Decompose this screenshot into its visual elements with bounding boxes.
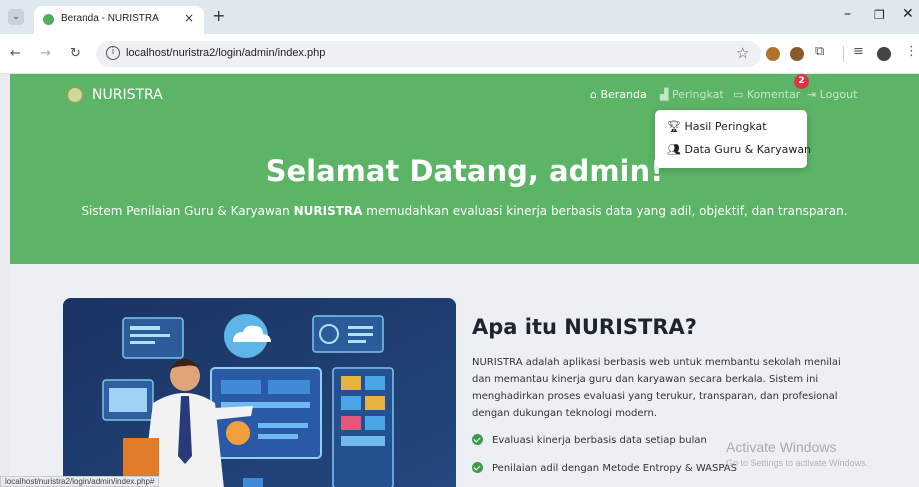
extension-cookie-icon[interactable] [766,47,780,61]
browser-menu-icon[interactable]: ⋮ [905,44,918,59]
reload-icon[interactable]: ↻ [70,46,81,61]
hero-illustration [63,298,456,487]
windows-activation-title: Activate Windows [726,439,837,455]
check-circle-icon [472,462,483,473]
browser-tab-bar: ⌄ Beranda - NURISTRA × + – ❐ ✕ [0,0,919,34]
window-close-icon[interactable]: ✕ [902,6,914,22]
brand-name: NURISTRA [92,87,163,103]
home-icon: ⌂ [590,88,597,101]
dropdown-item-data-guru[interactable]: 👥︎ Data Guru & Karyawan [667,143,811,156]
feature-text: Penilaian adil dengan Metode Entropy & W… [492,463,737,474]
logout-icon: ⇥ [807,88,817,101]
hero-subtitle-brand: NURISTRA [293,204,363,218]
hero-subtitle: Sistem Penilaian Guru & Karyawan NURISTR… [10,204,919,218]
tab-title: Beranda - NURISTRA [61,13,159,24]
nav-beranda-label: Beranda [600,88,647,101]
reading-list-icon[interactable]: ≡ [853,44,864,59]
toolbar-divider [843,46,844,62]
bar-chart-icon: ▟ [660,88,669,101]
brand-logo-icon [66,86,84,104]
profile-avatar[interactable] [877,47,891,61]
dropdown-item-label: Hasil Peringkat [684,120,767,133]
extensions-puzzle-icon[interactable]: ⧉ [815,44,824,59]
browser-tab[interactable]: Beranda - NURISTRA × [34,6,204,34]
link-status-bar: localhost/nuristra2/login/admin/index.ph… [0,476,160,487]
hero-subtitle-end: memudahkan evaluasi kinerja berbasis dat… [362,204,848,218]
maximize-icon[interactable]: ❐ [874,8,885,22]
feature-text: Evaluasi kinerja berbasis data setiap bu… [492,435,707,446]
check-circle-icon [472,434,483,445]
about-title: Apa itu NURISTRA? [472,315,697,339]
url-text[interactable]: localhost/nuristra2/login/admin/index.ph… [126,47,325,59]
comment-icon: ▭ [733,88,744,101]
windows-activation-hint: Go to Settings to activate Windows. [726,458,869,468]
favicon-icon [43,14,54,25]
feature-item: Evaluasi kinerja berbasis data setiap bu… [472,434,707,446]
tab-search-chevron-icon[interactable]: ⌄ [8,9,24,25]
nav-peringkat[interactable]: ▟ Peringkat [660,88,724,101]
users-icon: 👥︎ [667,143,681,156]
nav-komentar-label: Komentar [746,88,801,101]
nav-komentar[interactable]: ▭ Komentar [733,88,800,101]
new-tab-icon[interactable]: + [212,6,225,25]
site-info-icon[interactable]: i [106,46,120,60]
address-bar[interactable]: i localhost/nuristra2/login/admin/index.… [96,41,761,67]
dropdown-item-label: Data Guru & Karyawan [684,143,812,156]
feature-item: Penilaian adil dengan Metode Entropy & W… [472,462,737,474]
nav-beranda[interactable]: ⌂ Beranda [590,88,647,101]
notification-badge: 2 [794,74,809,89]
extension-cookie-alt-icon[interactable] [790,47,804,61]
peringkat-dropdown-menu: 🏆︎ Hasil Peringkat 👥︎ Data Guru & Karyaw… [655,110,811,168]
minimize-icon[interactable]: – [844,6,851,22]
dropdown-item-hasil-peringkat[interactable]: 🏆︎ Hasil Peringkat [667,120,767,133]
nav-logout[interactable]: ⇥ Logout [807,88,857,101]
back-icon[interactable]: ← [10,46,21,61]
about-paragraph: NURISTRA adalah aplikasi berbasis web un… [472,357,841,419]
nav-peringkat-label: Peringkat [671,88,724,101]
forward-icon[interactable]: → [40,46,51,61]
tab-close-icon[interactable]: × [184,11,194,25]
nav-logout-label: Logout [819,88,858,101]
trophy-icon: 🏆︎ [667,120,681,133]
bookmark-star-icon[interactable]: ☆ [736,44,749,62]
page-content: NURISTRA ⌂ Beranda ▟ Peringkat ▭ Komenta… [10,74,919,487]
analyst-illustration [63,298,456,487]
hero-subtitle-start: Sistem Penilaian Guru & Karyawan [81,204,294,218]
browser-toolbar: ← → ↻ i localhost/nuristra2/login/admin/… [0,34,919,74]
